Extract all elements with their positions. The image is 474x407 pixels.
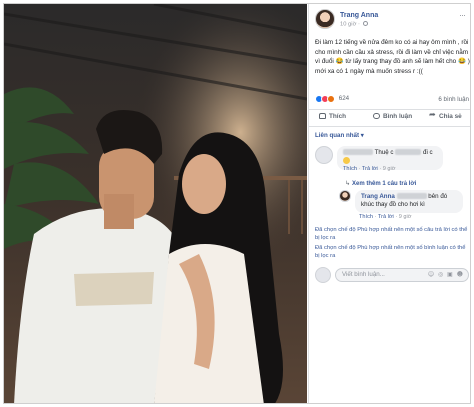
like-button[interactable]: Thích bbox=[319, 113, 346, 122]
commenter-avatar[interactable] bbox=[315, 146, 333, 164]
share-button[interactable]: Chia sẻ bbox=[429, 110, 462, 122]
post-header: Trang Anna 10 giờ · ··· bbox=[315, 9, 466, 33]
filtered-comments-notice: Đã chọn chế độ Phù hợp nhất nên một số b… bbox=[315, 245, 466, 260]
reply-bubble: Trang Anna bên đó khúc thay đồ cho hơi k… bbox=[355, 190, 463, 213]
comment-button[interactable]: Bình luận bbox=[373, 113, 412, 122]
comment-input-icons[interactable]: ☺ ◎ ▣ ☻ bbox=[428, 271, 464, 279]
comment-time[interactable]: 9 giờ bbox=[383, 166, 396, 172]
reply-like-link[interactable]: Thích bbox=[359, 214, 373, 220]
more-options-icon[interactable]: ··· bbox=[459, 9, 466, 21]
reply-reply-link[interactable]: Trả lời bbox=[378, 214, 394, 220]
comment-reply-link[interactable]: Trả lời bbox=[362, 166, 378, 172]
post-photo[interactable] bbox=[4, 4, 307, 403]
comment-input[interactable]: Viết bình luận... ☺ ◎ ▣ ☻ bbox=[335, 268, 469, 282]
reply-author-name[interactable]: Trang Anna bbox=[361, 193, 395, 200]
share-label: Chia sẻ bbox=[439, 113, 462, 120]
reply-meta: Thích · Trả lời · 9 giờ bbox=[359, 214, 412, 220]
blurred-mention bbox=[396, 193, 427, 199]
globe-icon bbox=[362, 21, 368, 26]
view-more-replies-link[interactable]: ↳ Xem thêm 1 câu trả lời bbox=[345, 180, 416, 188]
reply-item: Trang Anna bên đó khúc thay đồ cho hơi k… bbox=[339, 190, 469, 224]
comment-sort-dropdown[interactable]: Liên quan nhất ▾ bbox=[315, 132, 364, 140]
comment-count[interactable]: 6 bình luận bbox=[438, 96, 469, 104]
comment-input-placeholder: Viết bình luận... bbox=[342, 271, 385, 278]
post-panel: Trang Anna 10 giờ · ··· Đi làm 12 tiếng … bbox=[308, 4, 470, 403]
post-text: Đi làm 12 tiếng về nửa đêm ko có ai hay … bbox=[315, 39, 470, 75]
filtered-replies-notice: Đã chọn chế độ Phù hợp nhất nên một số c… bbox=[315, 227, 468, 242]
reply-author-avatar[interactable] bbox=[339, 190, 351, 202]
thumbs-up-icon bbox=[319, 113, 326, 119]
comment-label: Bình luận bbox=[383, 113, 413, 120]
comment-text: Thuệ c bbox=[374, 149, 394, 156]
comment-item: Thuệ c đi c Thích · Trả lời · 9 giờ bbox=[315, 146, 469, 182]
screenshot-frame: Trang Anna 10 giờ · ··· Đi làm 12 tiếng … bbox=[3, 3, 471, 404]
laugh-emoji-icon bbox=[343, 157, 350, 165]
comment-icon bbox=[373, 113, 380, 119]
post-time[interactable]: 10 giờ · bbox=[340, 21, 368, 29]
reaction-count[interactable]: 624 bbox=[339, 95, 349, 102]
like-label: Thích bbox=[329, 113, 347, 120]
comment-like-link[interactable]: Thích bbox=[343, 166, 357, 172]
view-replies-text[interactable]: Xem thêm 1 câu trả lời bbox=[352, 181, 416, 187]
write-comment-row: Viết bình luận... ☺ ◎ ▣ ☻ bbox=[315, 266, 469, 284]
blurred-name bbox=[343, 149, 373, 155]
reply-time[interactable]: 9 giờ bbox=[399, 214, 412, 220]
couple-photo-illustration bbox=[4, 4, 307, 403]
blurred-text bbox=[395, 149, 422, 155]
haha-reaction-icon bbox=[327, 95, 335, 104]
reactions-bar[interactable]: 624 6 bình luận bbox=[315, 95, 469, 105]
author-name[interactable]: Trang Anna bbox=[340, 11, 378, 20]
post-actions: Thích Bình luận Chia sẻ bbox=[309, 109, 470, 127]
share-icon bbox=[429, 110, 436, 121]
current-user-avatar bbox=[315, 267, 331, 283]
reply-arrow-icon: ↳ bbox=[345, 180, 351, 187]
post-time-text[interactable]: 10 giờ bbox=[340, 22, 356, 28]
comment-meta: Thích · Trả lời · 9 giờ bbox=[343, 166, 396, 172]
author-avatar[interactable] bbox=[315, 9, 335, 29]
comment-text-2: đi c bbox=[423, 149, 433, 156]
